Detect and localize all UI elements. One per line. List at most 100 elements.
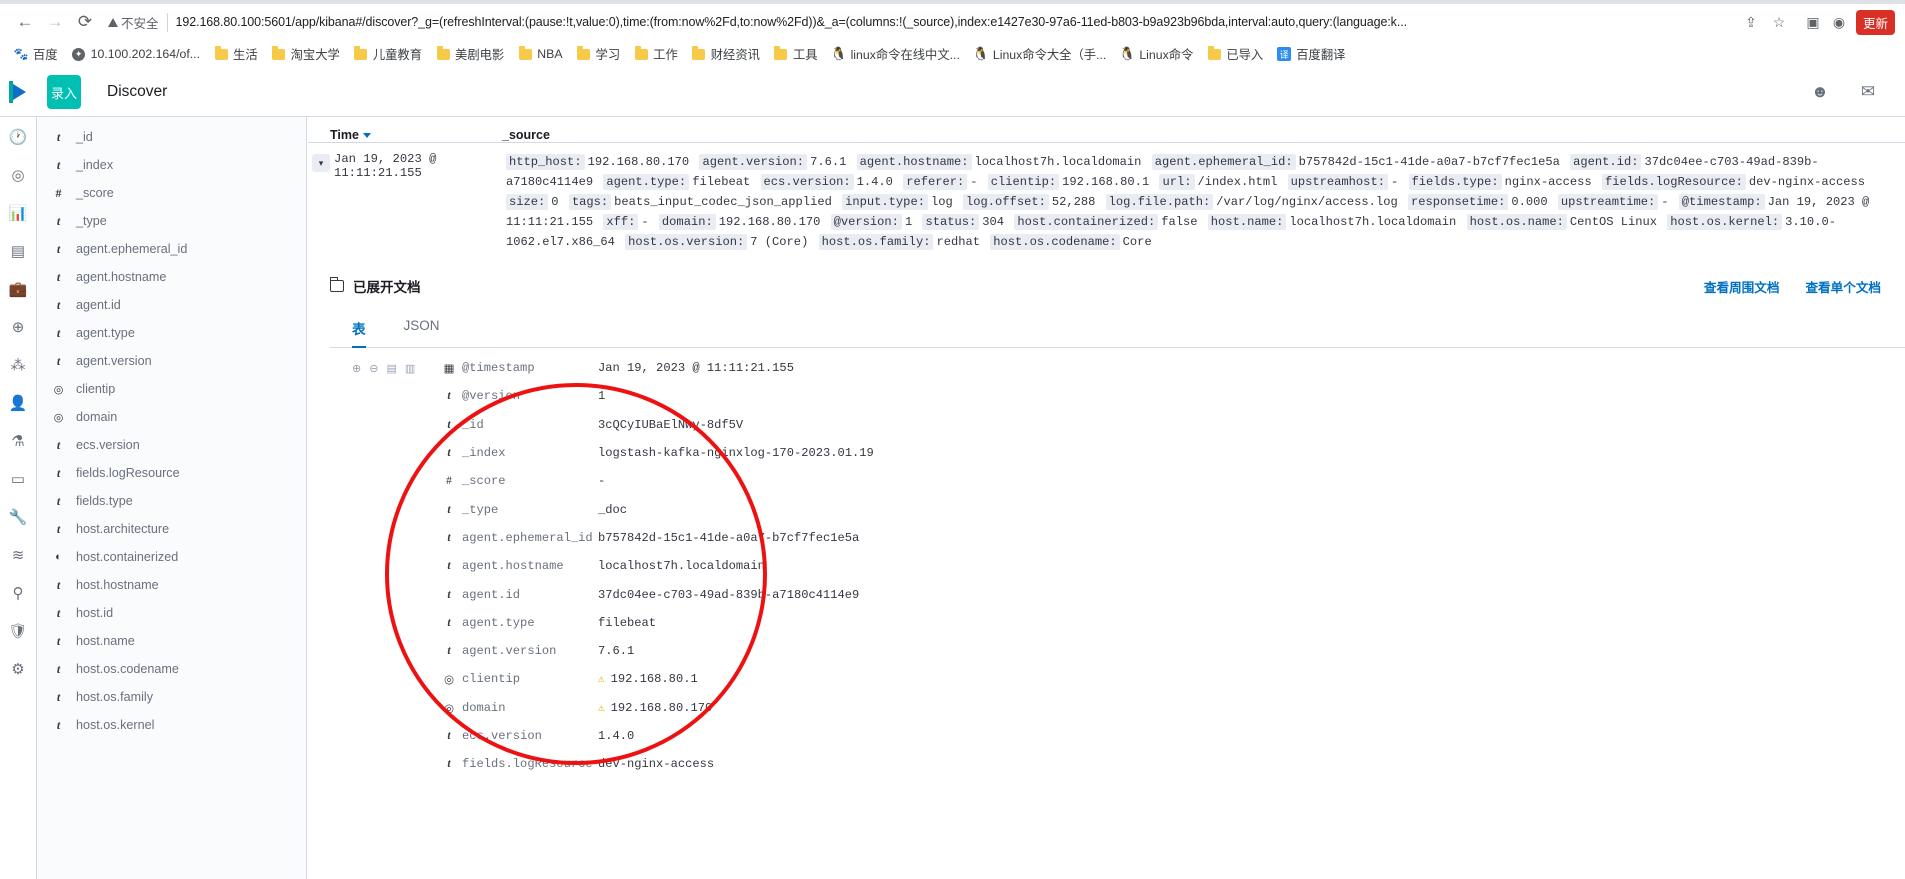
field-item[interactable]: t _type bbox=[37, 207, 306, 235]
update-button[interactable]: 更新 bbox=[1855, 9, 1895, 35]
column-header-time[interactable]: Time bbox=[330, 128, 502, 142]
back-icon[interactable]: ← bbox=[10, 7, 40, 37]
gear-icon[interactable]: ⚙ bbox=[8, 659, 28, 679]
graph-icon[interactable]: ⁂ bbox=[8, 355, 28, 375]
chart-icon[interactable]: 📊 bbox=[8, 203, 28, 223]
bookmark-item[interactable]: ✦ 10.100.202.164/of... bbox=[66, 45, 206, 63]
map-pin-icon[interactable]: ⚲ bbox=[8, 583, 28, 603]
field-item[interactable]: t agent.ephemeral_id bbox=[37, 235, 306, 263]
share-icon[interactable]: ⇪ bbox=[1738, 9, 1764, 35]
profile-avatar-icon[interactable]: ◉ bbox=[1826, 9, 1852, 35]
field-list-pane[interactable]: t _id t _index # _score t _type t agent.ephem… bbox=[37, 117, 307, 879]
bookmark-item[interactable]: 淘宝大学 bbox=[266, 43, 346, 65]
doc-table-row: ▾ Jan 19, 2023 @ 11:11:21.155 http_host:… bbox=[308, 143, 1905, 252]
filter-out-value-icon[interactable]: ⊖ bbox=[369, 362, 378, 375]
url-text[interactable]: 192.168.80.100:5601/app/kibana#/discover… bbox=[176, 15, 1732, 29]
field-name: @version bbox=[462, 389, 521, 404]
bookmark-item[interactable]: 🐧 linux命令在线中文... bbox=[826, 43, 966, 65]
toggle-column-icon[interactable]: ▤ bbox=[386, 362, 396, 375]
wrench-icon[interactable]: 🔧 bbox=[8, 507, 28, 527]
sort-caret-down-icon[interactable] bbox=[362, 132, 371, 138]
help-icon[interactable]: ☻ bbox=[1809, 81, 1831, 103]
field-name: agent.version bbox=[462, 644, 557, 659]
chevron-down-icon[interactable]: ▾ bbox=[312, 154, 330, 172]
folder-icon bbox=[214, 45, 228, 61]
user-icon[interactable]: 👤 bbox=[8, 393, 28, 413]
kibana-logo[interactable] bbox=[0, 68, 37, 116]
clock-icon[interactable]: 🕐 bbox=[8, 127, 28, 147]
field-value: 3cQCyIUBaElNwy-8df5V bbox=[598, 417, 744, 432]
beaker-icon[interactable]: ⚗ bbox=[8, 431, 28, 451]
filter-field-present-icon[interactable]: ▥ bbox=[405, 362, 415, 375]
bookmark-item[interactable]: 学习 bbox=[571, 43, 627, 65]
table-row: t agent.ephemeral_id b757842d-15c1-41de-… bbox=[330, 524, 1905, 552]
view-surrounding-documents-link[interactable]: 查看周围文档 bbox=[1704, 277, 1780, 296]
filter-for-value-icon[interactable]: ⊕ bbox=[352, 362, 361, 375]
compass-icon[interactable]: ◎ bbox=[8, 165, 28, 185]
bookmark-label: 10.100.202.164/of... bbox=[90, 47, 201, 61]
field-type-icon: t bbox=[447, 503, 451, 516]
field-name: agent.id bbox=[462, 587, 521, 602]
field-item[interactable]: t agent.hostname bbox=[37, 263, 306, 291]
signal-icon[interactable]: ≋ bbox=[8, 545, 28, 565]
field-item[interactable]: t fields.type bbox=[37, 487, 306, 515]
field-item[interactable]: t host.os.family bbox=[37, 683, 306, 711]
field-item[interactable]: t agent.id bbox=[37, 291, 306, 319]
briefcase-icon[interactable]: 💼 bbox=[8, 279, 28, 299]
bookmark-item[interactable]: 🐾 百度 bbox=[8, 43, 64, 65]
bookmark-item[interactable]: 🐧 Linux命令 bbox=[1114, 43, 1199, 65]
sidepanel-icon[interactable]: ▣ bbox=[1800, 9, 1826, 35]
tab-json[interactable]: JSON bbox=[404, 318, 440, 347]
view-single-document-link[interactable]: 查看单个文档 bbox=[1805, 277, 1881, 296]
field-item[interactable]: t fields.logResource bbox=[37, 459, 306, 487]
field-item[interactable]: t agent.version bbox=[37, 347, 306, 375]
field-item[interactable]: t ecs.version bbox=[37, 431, 306, 459]
field-item[interactable]: t host.hostname bbox=[37, 571, 306, 599]
bookmark-item[interactable]: 工作 bbox=[628, 43, 684, 65]
bookmark-item[interactable]: 美剧电影 bbox=[430, 43, 510, 65]
monitor-icon[interactable]: ▭ bbox=[8, 469, 28, 489]
folder-icon bbox=[692, 45, 706, 61]
field-value-cell: ⚠ 192.168.80.170 bbox=[586, 701, 712, 715]
expanded-document-title: 已展开文档 查看周围文档 查看单个文档 bbox=[330, 276, 1905, 296]
app-badge[interactable]: 录入 bbox=[47, 75, 81, 109]
source-key: referer: bbox=[903, 174, 968, 190]
source-value: 7 (Core) bbox=[750, 235, 809, 249]
security-label: 不安全 bbox=[121, 16, 159, 31]
field-item[interactable]: ◐ host.containerized bbox=[37, 543, 306, 571]
globe-icon[interactable]: ⊕ bbox=[8, 317, 28, 337]
field-item[interactable]: t host.name bbox=[37, 627, 306, 655]
address-bar[interactable]: 不安全 192.168.80.100:5601/app/kibana#/disc… bbox=[106, 8, 1794, 36]
bookmark-item[interactable]: 已导入 bbox=[1201, 43, 1269, 65]
bookmark-item[interactable]: 财经资讯 bbox=[686, 43, 766, 65]
calendar-icon: ▦ bbox=[443, 363, 455, 376]
bookmark-star-icon[interactable]: ☆ bbox=[1766, 9, 1792, 35]
forward-icon[interactable]: → bbox=[40, 7, 70, 37]
mail-icon[interactable]: ✉ bbox=[1857, 81, 1879, 103]
bookmark-item[interactable]: 儿童教育 bbox=[348, 43, 428, 65]
field-item[interactable]: ◎ clientip bbox=[37, 375, 306, 403]
field-item[interactable]: t _id bbox=[37, 123, 306, 151]
source-value: - bbox=[641, 215, 649, 229]
field-item[interactable]: t host.architecture bbox=[37, 515, 306, 543]
field-item[interactable]: t host.os.kernel bbox=[37, 711, 306, 739]
bookmark-item[interactable]: 生活 bbox=[208, 43, 264, 65]
source-value: false bbox=[1161, 215, 1198, 229]
table-row: # _score - bbox=[330, 467, 1905, 495]
tab-table[interactable]: 表 bbox=[352, 318, 366, 348]
field-item[interactable]: t host.os.codename bbox=[37, 655, 306, 683]
layers-icon[interactable]: ▤ bbox=[8, 241, 28, 261]
bookmark-item[interactable]: 🐧 Linux命令大全（手... bbox=[968, 43, 1112, 65]
bookmark-item[interactable]: 工具 bbox=[768, 43, 824, 65]
field-item[interactable]: ◎ domain bbox=[37, 403, 306, 431]
bookmark-item[interactable]: 译 百度翻译 bbox=[1271, 43, 1351, 65]
bookmark-item[interactable]: NBA bbox=[512, 45, 568, 63]
field-item[interactable]: # _score bbox=[37, 179, 306, 207]
reload-icon[interactable]: ⟳ bbox=[70, 7, 100, 37]
field-item[interactable]: t agent.type bbox=[37, 319, 306, 347]
discover-main: Time _source ▾ Jan 19, 2023 @ 11:11:21.1… bbox=[308, 117, 1905, 879]
field-item[interactable]: t _index bbox=[37, 151, 306, 179]
field-item[interactable]: t host.id bbox=[37, 599, 306, 627]
shield-icon[interactable]: 🛡 bbox=[8, 621, 28, 641]
security-indicator[interactable]: 不安全 bbox=[108, 12, 168, 32]
